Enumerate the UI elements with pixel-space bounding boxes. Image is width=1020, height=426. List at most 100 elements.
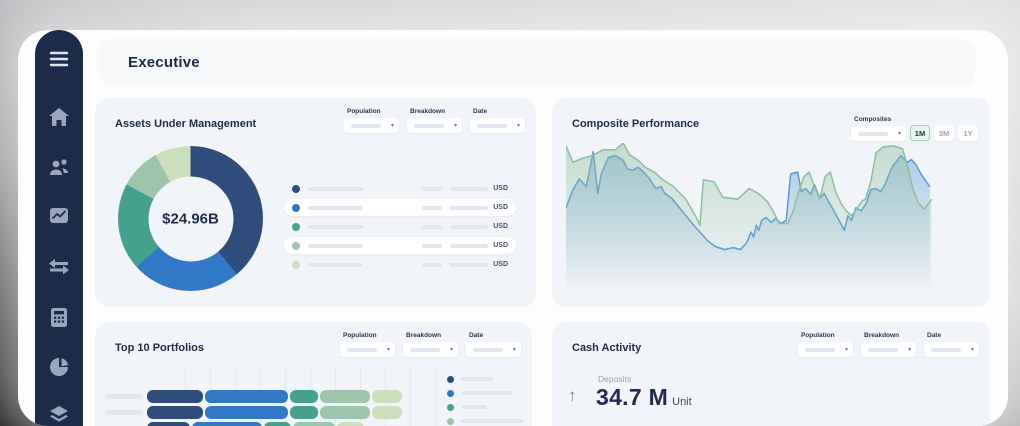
sidebar-portfolios-icon[interactable]	[48, 204, 70, 226]
card-top10-portfolios: Top 10 Portfolios Population▾Breakdown▾D…	[95, 322, 532, 426]
chevron-down-icon: ▾	[517, 123, 520, 129]
select-placeholder-skeleton	[931, 348, 961, 352]
legend-value-skeleton	[422, 263, 442, 267]
legend-name-skeleton	[461, 377, 493, 381]
legend-color-dot	[292, 204, 300, 212]
bar-segment	[290, 390, 318, 403]
page-title: Executive	[128, 54, 200, 71]
bar-segment	[290, 406, 318, 419]
chevron-down-icon: ▾	[845, 347, 848, 353]
legend-currency-label: USD	[493, 185, 508, 192]
filter-label-breakdown: Breakdown	[410, 108, 462, 115]
aum-legend-row[interactable]: USD	[284, 199, 516, 216]
cash-date-select[interactable]: ▾	[924, 342, 979, 357]
card-composite-performance: Composite Performance Composites▾1M3M1Y	[552, 98, 990, 307]
select-placeholder-skeleton	[477, 124, 507, 128]
bar-segment	[293, 422, 335, 426]
sidebar-home-icon[interactable]	[48, 106, 70, 128]
filter-population: Population▾	[798, 332, 853, 357]
bar-segment	[147, 406, 203, 419]
sidebar-layers-icon[interactable]	[48, 403, 70, 425]
row-label-skeleton	[105, 394, 143, 399]
legend-amount-skeleton	[450, 206, 488, 210]
top10-date-select[interactable]: ▾	[466, 342, 521, 357]
aum-legend-row[interactable]: USD	[284, 256, 516, 273]
bar-segment	[372, 406, 402, 419]
composites-dropdown-mount: Composites▾	[851, 108, 906, 141]
sidebar-clients-icon[interactable]	[48, 156, 70, 178]
chevron-down-icon: ▾	[391, 123, 394, 129]
select-placeholder-skeleton	[858, 132, 888, 136]
legend-value-skeleton	[422, 206, 442, 210]
gridline	[410, 368, 411, 426]
legend-name-skeleton	[461, 419, 523, 423]
legend-name-skeleton	[461, 405, 487, 409]
top10-population-select[interactable]: ▾	[340, 342, 395, 357]
legend-name-skeleton	[308, 187, 363, 191]
cash-population-select[interactable]: ▾	[798, 342, 853, 357]
cash-breakdown-select[interactable]: ▾	[861, 342, 916, 357]
filter-breakdown: Breakdown ▾	[403, 332, 458, 357]
card-title-aum: Assets Under Management	[115, 118, 256, 130]
legend-currency-label: USD	[493, 261, 508, 268]
aum-population-select[interactable]: ▾	[344, 118, 399, 133]
portfolio-bar-row	[105, 406, 404, 419]
legend-color-dot	[447, 404, 454, 411]
deposits-unit: Unit	[672, 396, 692, 408]
aum-legend-row[interactable]: USD	[284, 237, 516, 254]
legend-currency-label: USD	[493, 204, 508, 211]
legend-value-skeleton	[422, 244, 442, 248]
sidebar-analytics-icon[interactable]	[48, 356, 70, 378]
top10-legend-item	[447, 400, 523, 414]
legend-currency-label: USD	[493, 242, 508, 249]
composite-green-area	[566, 143, 932, 298]
aum-date-select[interactable]: ▾	[470, 118, 525, 133]
aum-filters: Population ▾ Breakdown ▾ Date ▾	[344, 108, 525, 133]
select-placeholder-skeleton	[414, 124, 444, 128]
legend-name-skeleton	[308, 206, 363, 210]
bar-segment	[372, 390, 402, 403]
sidebar-calculator-icon[interactable]	[48, 306, 70, 328]
filter-label-population: Population	[343, 332, 395, 339]
legend-name-skeleton	[308, 225, 363, 229]
filter-breakdown: Breakdown ▾	[861, 332, 916, 357]
filter-label-population: Population	[347, 108, 399, 115]
filter-label-date: Date	[473, 108, 525, 115]
chevron-down-icon: ▾	[971, 347, 974, 353]
top10-breakdown-select[interactable]: ▾	[403, 342, 458, 357]
legend-amount-skeleton	[450, 187, 488, 191]
filter-date: Date▾	[466, 332, 521, 357]
legend-name-skeleton	[308, 263, 363, 267]
filter-population: Population ▾	[340, 332, 395, 357]
card-title-top10: Top 10 Portfolios	[115, 342, 204, 354]
legend-color-dot	[447, 376, 454, 383]
aum-legend-row[interactable]: USD	[284, 180, 516, 197]
portfolio-bar-row	[105, 390, 404, 403]
range-button-1m[interactable]: 1M	[910, 125, 930, 141]
aum-legend-row[interactable]: USD	[284, 218, 516, 235]
filter-label-breakdown: Breakdown	[406, 332, 458, 339]
range-button-1y[interactable]: 1Y	[958, 125, 978, 141]
sidebar-menu-icon[interactable]	[48, 48, 70, 70]
portfolio-bar-row	[105, 422, 366, 426]
top10-stacked-bar-chart	[95, 366, 532, 426]
legend-amount-skeleton	[450, 225, 488, 229]
chevron-down-icon: ▾	[898, 131, 901, 137]
range-button-3m[interactable]: 3M	[934, 125, 954, 141]
chevron-down-icon: ▾	[908, 347, 911, 353]
select-placeholder-skeleton	[868, 348, 898, 352]
filter-date: Date▾	[924, 332, 979, 357]
filter-label-breakdown: Breakdown	[864, 332, 916, 339]
composite-controls: Composites▾1M3M1Y	[851, 108, 978, 141]
composite-composites-select[interactable]: ▾	[851, 126, 906, 141]
deposits-value: 34.7 M	[596, 384, 668, 411]
cash-filters: Population▾Breakdown▾Date▾	[798, 332, 979, 357]
legend-amount-skeleton	[450, 263, 488, 267]
aum-breakdown-select[interactable]: ▾	[407, 118, 462, 133]
aum-total-value: $24.96B	[162, 210, 219, 227]
select-placeholder-skeleton	[351, 124, 381, 128]
bar-segment	[320, 390, 370, 403]
select-placeholder-skeleton	[347, 348, 377, 352]
sidebar-transfers-icon[interactable]	[48, 255, 70, 277]
top10-legend-item	[447, 414, 523, 426]
